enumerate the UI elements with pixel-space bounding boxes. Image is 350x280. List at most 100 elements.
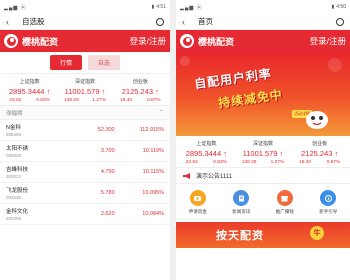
stock-name: 金科文化 — [6, 209, 29, 215]
index-change: 138.29 1.27% — [64, 98, 106, 103]
quick-actions: 申请资金 新闻资讯 推广赚钱 新手引导 — [176, 184, 350, 220]
section-title: 涨幅榜 — [6, 110, 23, 117]
stock-code: 300022 — [6, 174, 22, 179]
search-icon[interactable] — [156, 17, 164, 26]
index-value: 2895.3444 ↑ — [9, 87, 51, 96]
money-icon — [189, 190, 206, 206]
search-icon[interactable] — [336, 17, 344, 26]
battery-icon: ▮ — [151, 4, 155, 10]
stock-pct: 112.915% — [139, 127, 164, 133]
battery-icon: ▮ — [331, 4, 335, 10]
index-sz[interactable]: 深证指数 11001.579 ↑ 138.29 1.27% — [235, 140, 292, 165]
nav-bar: ‹ 首页 — [176, 14, 350, 30]
index-change: 23.82 0.83% — [185, 160, 227, 165]
app-header: 樱桃配资 登录/注册 — [176, 30, 350, 52]
quick-guide[interactable]: 新手引导 — [319, 190, 337, 215]
table-row[interactable]: N金科 688466 52.300 112.915% — [0, 120, 170, 141]
stock-pct: 10.084% — [142, 211, 164, 217]
index-change: 23.82 0.83% — [9, 98, 50, 103]
stock-code: 688466 — [6, 132, 22, 137]
banner-decoration — [180, 56, 190, 66]
nav-title: 首页 — [198, 17, 213, 26]
app-screens: ▂▄▆ ⓦ ▮ 4:51 ‹ 自选股 樱桃配资 登录/注册 行情 自选 上证指数… — [0, 0, 350, 280]
index-value: 2125.243 ↑ — [121, 87, 159, 96]
index-name: 创业板 — [132, 79, 148, 85]
index-change: 138.29 1.27% — [241, 160, 285, 165]
chevron-up-icon: ⌃ — [158, 110, 164, 116]
index-sz[interactable]: 深证指数 11001.579 ↑ 138.29 1.27% — [57, 78, 112, 103]
signal-icon: ▂▄▆ ⓦ — [180, 4, 203, 11]
stock-price: 5.780 — [100, 190, 115, 196]
quick-label: 推广赚钱 — [275, 209, 294, 214]
login-register-link[interactable]: 登录/注册 — [130, 35, 166, 47]
stock-name: 飞龙股份 — [6, 188, 29, 194]
home-screen: ▂▄▆ ⓦ ▮ 4:50 ‹ 首页 樱桃配资 登录/注册 自配用户利率 持续减免… — [176, 0, 350, 280]
index-value: 11001.579 ↑ — [242, 149, 284, 158]
table-row[interactable]: 金科文化 300459 2.620 10.084% — [0, 204, 170, 225]
banner-decoration — [328, 58, 342, 72]
index-summary: 上证指数 2895.3444 ↑ 23.82 0.83% 深证指数 11001.5… — [176, 136, 350, 168]
tab-watchlist[interactable]: 自选 — [88, 55, 121, 70]
news-icon — [233, 190, 250, 206]
index-sh[interactable]: 上证指数 2895.3444 ↑ 23.82 0.83% — [2, 78, 57, 103]
gainers-header[interactable]: 涨幅榜 ⌃ — [0, 106, 170, 120]
signal-icon: ▂▄▆ ⓦ — [4, 4, 27, 11]
announcement-text: 演示公告1111 — [196, 174, 233, 180]
megaphone-icon — [183, 172, 190, 179]
status-bar: ▂▄▆ ⓦ ▮ 4:51 — [0, 0, 170, 14]
guide-icon — [320, 190, 337, 206]
app-header: 樱桃配资 登录/注册 — [0, 30, 170, 52]
index-name: 深证指数 — [253, 141, 274, 147]
index-name: 创业板 — [312, 141, 328, 147]
status-time: 4:50 — [336, 4, 346, 10]
login-register-link[interactable]: 登录/注册 — [310, 35, 346, 47]
back-icon[interactable]: ‹ — [6, 17, 16, 27]
index-value: 11001.579 ↑ — [64, 87, 106, 96]
index-summary: 上证指数 2895.3444 ↑ 23.82 0.83% 深证指数 11001.5… — [0, 74, 170, 106]
quick-news[interactable]: 新闻资讯 — [232, 190, 250, 215]
index-name: 上证指数 — [19, 79, 40, 85]
nav-bar: ‹ 自选股 — [0, 14, 170, 30]
bull-coin-icon: 牛 — [310, 226, 324, 240]
back-icon[interactable]: ‹ — [182, 17, 192, 27]
daily-funding-banner[interactable]: 按天配资 牛 — [176, 222, 350, 248]
cherry-logo-icon — [180, 34, 194, 48]
brand-name: 樱桃配资 — [198, 36, 235, 47]
index-value: 2895.3444 ↑ — [185, 149, 227, 158]
stock-price: 4.790 — [100, 169, 115, 175]
quick-label: 申请资金 — [188, 209, 207, 214]
index-change: 18.40 0.87% — [299, 160, 341, 165]
cherry-logo-icon — [4, 34, 18, 48]
table-row[interactable]: 太阳不锈 000825 3.700 10.119% — [0, 141, 170, 162]
announcement-bar[interactable]: 演示公告1111 — [176, 168, 350, 184]
nav-title: 自选股 — [22, 17, 45, 26]
index-change: 18.40 0.87% — [120, 98, 161, 103]
index-cyb[interactable]: 创业板 2125.243 ↑ 18.40 0.87% — [291, 140, 348, 165]
status-right: ▮ 4:51 — [152, 4, 167, 10]
quick-label: 新闻资讯 — [232, 209, 251, 214]
stock-pct: 10.119% — [142, 148, 164, 154]
tab-market[interactable]: 行情 — [49, 55, 82, 70]
quick-apply-funds[interactable]: 申请资金 — [189, 190, 207, 215]
stock-code: 000825 — [6, 153, 22, 158]
stock-price: 52.300 — [97, 127, 115, 133]
status-bar: ▂▄▆ ⓦ ▮ 4:50 — [176, 0, 350, 14]
stock-code: 002536 — [6, 195, 22, 200]
promo-banner[interactable]: 自配用户利率 持续减免中 活动详情 — [176, 52, 350, 136]
stock-name: N金科 — [6, 125, 21, 131]
status-right: ▮ 4:50 — [332, 4, 347, 10]
share-icon — [276, 190, 293, 206]
table-row[interactable]: 飞龙股份 002536 5.780 10.095% — [0, 183, 170, 204]
stock-price: 3.700 — [100, 148, 115, 154]
table-row[interactable]: 吉峰科技 300022 4.790 10.115% — [0, 162, 170, 183]
banner2-title: 按天配资 — [216, 230, 264, 242]
market-tabs: 行情 自选 — [0, 52, 170, 74]
index-cyb[interactable]: 创业板 2125.243 ↑ 18.40 0.87% — [113, 78, 168, 103]
index-sh[interactable]: 上证指数 2895.3444 ↑ 23.82 0.83% — [178, 140, 235, 165]
quick-promote[interactable]: 推广赚钱 — [276, 190, 294, 215]
stock-name: 太阳不锈 — [6, 146, 29, 152]
stock-name: 吉峰科技 — [6, 167, 29, 173]
mascot-icon — [306, 111, 328, 129]
stock-pct: 10.095% — [142, 190, 164, 196]
status-time: 4:51 — [156, 4, 166, 10]
